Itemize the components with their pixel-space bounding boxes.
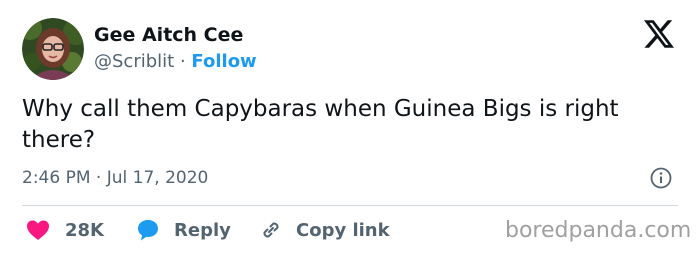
tweet-time[interactable]: 2:46 PM xyxy=(22,168,91,188)
reply-bubble-icon xyxy=(136,218,160,242)
copy-link-button[interactable]: Copy link xyxy=(259,216,390,244)
divider xyxy=(22,205,678,206)
author-handle-row: @Scriblit · Follow xyxy=(94,49,257,75)
meta-separator: · xyxy=(95,168,102,188)
tweet-text: Why call them Capybaras when Guinea Bigs… xyxy=(22,96,619,153)
author-block: Gee Aitch Cee @Scriblit · Follow xyxy=(94,22,257,75)
tweet-date[interactable]: Jul 17, 2020 xyxy=(107,168,209,188)
x-logo-icon[interactable] xyxy=(644,20,674,48)
info-icon[interactable] xyxy=(650,167,672,189)
watermark: boredpanda.com xyxy=(505,218,692,243)
handle-separator: · xyxy=(179,51,186,72)
copy-link-label: Copy link xyxy=(296,219,390,241)
reply-label: Reply xyxy=(174,219,231,241)
author-handle[interactable]: @Scriblit xyxy=(94,51,174,72)
avatar[interactable] xyxy=(22,18,84,80)
link-icon xyxy=(259,218,283,242)
follow-button[interactable]: Follow xyxy=(191,51,256,72)
like-button[interactable]: 28K xyxy=(26,216,104,244)
author-display-name[interactable]: Gee Aitch Cee xyxy=(94,22,257,48)
like-count: 28K xyxy=(65,219,104,241)
tweet-meta: 2:46 PM · Jul 17, 2020 xyxy=(22,166,208,190)
heart-icon xyxy=(26,219,50,241)
reply-button[interactable]: Reply xyxy=(136,216,231,244)
